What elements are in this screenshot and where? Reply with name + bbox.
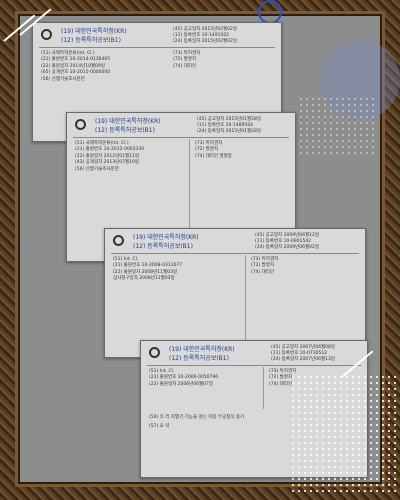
office-title: (19) 대한민국특허청(KR): [169, 346, 235, 353]
divider: [73, 137, 289, 138]
kipo-logo-icon: [41, 29, 52, 40]
bibliographic-fields: (51) Int. Cl. (21) 출원번호 10-2006-0050796 (2…: [149, 369, 219, 387]
right-fields: (73) 특허권자 (72) 발명자 (74) 대리인: [173, 51, 201, 69]
title-block: (19) 대한민국특허청(KR) (12) 등록특허공보(B1): [61, 27, 127, 45]
divider: [147, 365, 361, 366]
publication-type: (12) 등록특허공보(B1): [169, 355, 229, 362]
invention-title: (54) 유 리 지열기 기능을 갖는 이중 무공정식 용기 (57) 요 약: [149, 415, 245, 430]
publication-meta: (45) 공고일자 2015년02월02일 (11) 등록번호 10-14915…: [173, 27, 237, 44]
decorative-circle-small: [258, 0, 282, 24]
kipo-logo-icon: [149, 347, 160, 358]
kipo-logo-icon: [113, 235, 124, 246]
publication-type: (12) 등록특허공보(B1): [95, 127, 155, 134]
divider: [39, 47, 275, 48]
publication-meta: (45) 공고일자 2015년01월28일 (11) 등록번호 10-148950…: [197, 117, 261, 134]
divider: [111, 253, 359, 254]
dot-pattern-decoration: [290, 374, 400, 494]
bibliographic-fields: (51) 국제특허분류(Int. Cl.) (21) 출원번호 10-2012-0…: [75, 141, 145, 172]
bibliographic-fields: (51) 국제특허분류(Int. Cl.) (21) 출원번호 10-2014-0…: [41, 51, 111, 82]
title-block: (19) 대한민국특허청(KR) (12) 등록특허공보(B1): [133, 233, 199, 251]
office-title: (19) 대한민국특허청(KR): [95, 118, 161, 125]
publication-type: (12) 등록특허공보(B1): [133, 243, 193, 250]
office-title: (19) 대한민국특허청(KR): [61, 28, 127, 35]
right-fields: (73) 특허권자 (72) 발명자 (74) 대리인: [251, 257, 279, 275]
title-block: (19) 대한민국특허청(KR) (12) 등록특허공보(B1): [95, 117, 161, 135]
dot-pattern-decoration: [298, 96, 378, 156]
publication-type: (12) 등록특허공보(B1): [61, 37, 121, 44]
publication-meta: (45) 공고일자 2009년06월12일 (11) 등록번호 10-090154…: [255, 233, 319, 250]
office-title: (19) 대한민국특허청(KR): [133, 234, 199, 241]
publication-meta: (45) 공고일자 2007년06월08일 (11) 등록번호 10-073051…: [271, 345, 335, 362]
right-fields: (73) 특허권자 (72) 발명자 (74) 대리인 명명종: [195, 141, 232, 159]
patent-document-3: (19) 대한민국특허청(KR) (12) 등록특허공보(B1) (45) 공고…: [104, 228, 366, 358]
title-block: (19) 대한민국특허청(KR) (12) 등록특허공보(B1): [169, 345, 235, 363]
kipo-logo-icon: [75, 119, 86, 130]
bibliographic-fields: (51) Int. Cl. (21) 출원번호 10-2008-0311077 (2…: [113, 257, 183, 282]
